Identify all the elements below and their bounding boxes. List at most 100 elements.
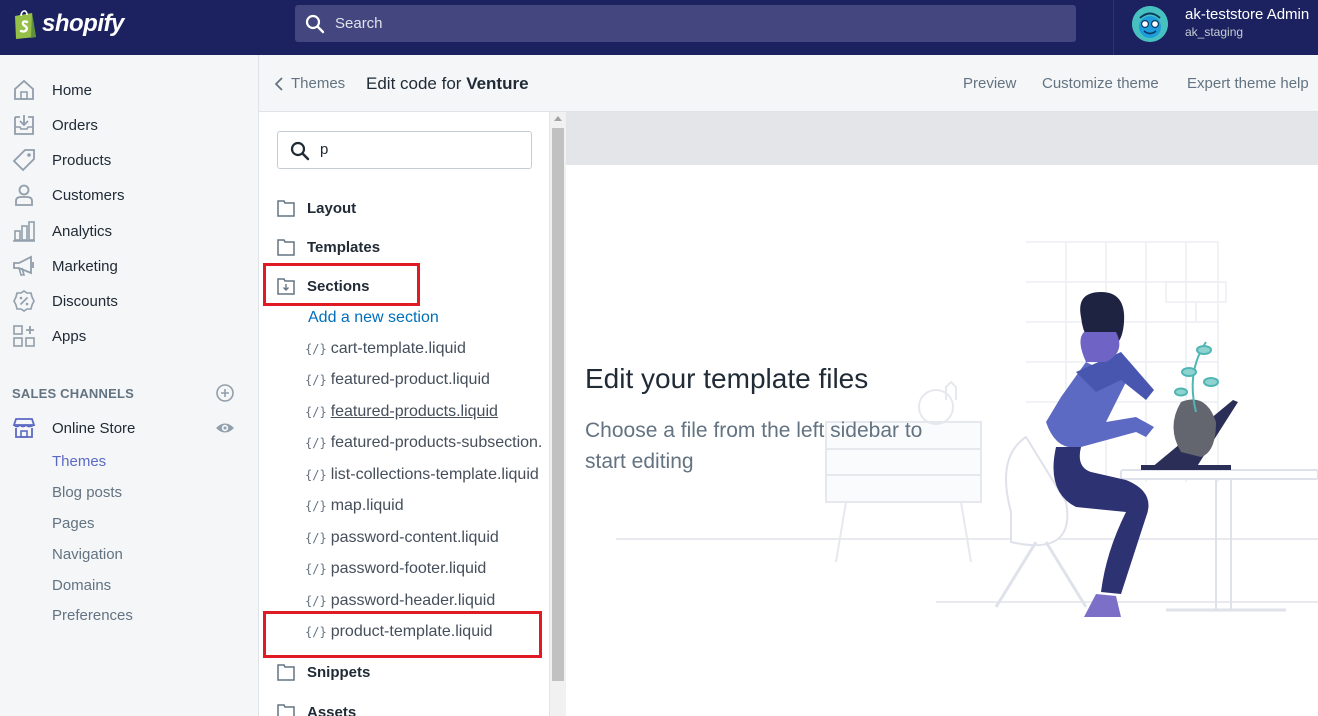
nav-item-discounts[interactable]: Discounts	[0, 285, 259, 317]
search-placeholder: Search	[335, 15, 383, 32]
file-name: password-footer.liquid	[330, 560, 487, 577]
liquid-file-icon: {/}	[305, 531, 327, 545]
file-tree-sidebar: p Layout Templates Sections Add a new se…	[259, 112, 549, 716]
add-new-section-link[interactable]: Add a new section	[308, 309, 439, 327]
nav-item-orders[interactable]: Orders	[0, 109, 259, 141]
file-name: password-header.liquid	[330, 592, 496, 609]
nav-item-marketing[interactable]: Marketing	[0, 250, 259, 282]
customize-theme-link[interactable]: Customize theme	[1042, 75, 1159, 92]
liquid-file-icon: {/}	[305, 436, 327, 450]
back-link-label: Themes	[291, 75, 346, 92]
tag-icon	[12, 149, 35, 172]
apps-icon	[13, 325, 35, 347]
sub-item-pages[interactable]: Pages	[52, 515, 95, 532]
file-featured-product[interactable]: {/} featured-product.liquid	[305, 371, 490, 389]
file-name: cart-template.liquid	[330, 340, 466, 357]
editor-empty-subtext: Choose a file from the left sidebar to s…	[585, 419, 923, 473]
add-sales-channel-plus-icon[interactable]	[215, 383, 235, 403]
folder-icon	[277, 239, 295, 256]
sub-item-themes[interactable]: Themes	[52, 453, 106, 470]
folder-layout[interactable]: Layout	[277, 196, 356, 220]
discount-icon	[13, 290, 35, 312]
file-search-input[interactable]: p	[277, 131, 532, 169]
file-list-collections-template[interactable]: {/} list-collections-template.liquid	[305, 466, 539, 484]
sections-highlight-box	[263, 263, 420, 306]
file-cart-template[interactable]: {/} cart-template.liquid	[305, 340, 466, 358]
folder-icon	[277, 704, 295, 716]
editor-tab-strip	[566, 112, 1318, 165]
editor-empty-heading: Edit your template files	[585, 363, 869, 394]
account-store: ak_staging	[1185, 25, 1244, 39]
sales-channels-header: SALES CHANNELS	[12, 386, 134, 401]
file-tree-scrollbar[interactable]	[549, 112, 566, 716]
orders-icon	[14, 115, 34, 135]
store-icon	[12, 418, 36, 438]
liquid-file-icon: {/}	[305, 405, 327, 419]
sub-item-preferences[interactable]: Preferences	[52, 607, 133, 624]
file-featured-products[interactable]: {/} featured-products.liquid	[305, 403, 498, 421]
nav-item-products[interactable]: Products	[0, 144, 259, 176]
file-name: map.liquid	[330, 497, 404, 514]
view-store-eye-icon[interactable]	[215, 418, 235, 438]
file-name: list-collections-template.liquid	[330, 466, 539, 483]
file-password-header[interactable]: {/} password-header.liquid	[305, 592, 495, 610]
file-search-value: p	[320, 141, 329, 158]
liquid-file-icon: {/}	[305, 594, 327, 608]
file-password-content[interactable]: {/} password-content.liquid	[305, 529, 499, 547]
nav-item-apps[interactable]: Apps	[0, 320, 259, 352]
preview-link[interactable]: Preview	[963, 75, 1016, 92]
theme-name: Venture	[466, 74, 529, 93]
folder-snippets[interactable]: Snippets	[277, 660, 370, 684]
folder-label: Snippets	[307, 663, 371, 681]
search-icon	[305, 14, 325, 33]
shopify-bag-icon	[15, 10, 36, 39]
nav-item-label: Products	[52, 151, 112, 169]
sub-item-domains[interactable]: Domains	[52, 577, 111, 594]
scroll-up-arrow-icon[interactable]	[554, 116, 562, 121]
file-map[interactable]: {/} map.liquid	[305, 497, 404, 515]
nav-item-label: Marketing	[52, 257, 118, 275]
chevron-left-icon	[275, 76, 283, 91]
expert-theme-help-link[interactable]: Expert theme help	[1187, 75, 1309, 92]
nav-item-label: Discounts	[52, 292, 118, 310]
account-menu[interactable]: ak-teststore Admin ak_staging	[1113, 0, 1318, 55]
folder-icon	[277, 200, 295, 217]
logo-text: shopify	[42, 10, 124, 37]
sub-item-blog-posts[interactable]: Blog posts	[52, 484, 122, 501]
nav-item-analytics[interactable]: Analytics	[0, 215, 259, 247]
folder-templates[interactable]: Templates	[277, 235, 380, 259]
folder-icon	[277, 664, 295, 681]
page-title: Edit code for Venture	[366, 74, 529, 94]
avatar-face-icon	[1132, 6, 1168, 42]
file-name: password-content.liquid	[330, 529, 499, 546]
code-editor-header: Themes Edit code for Venture Preview Cus…	[259, 55, 1318, 112]
file-name: featured-products-subsection.	[330, 434, 543, 451]
folder-label: Assets	[307, 703, 357, 716]
nav-item-label: Online Store	[52, 419, 136, 437]
back-to-themes-link[interactable]: Themes	[275, 75, 345, 92]
file-name: featured-products.liquid	[330, 403, 498, 420]
liquid-file-icon: {/}	[305, 342, 327, 356]
file-name: featured-product.liquid	[330, 371, 490, 388]
scrollbar-thumb[interactable]	[552, 128, 564, 681]
megaphone-icon	[13, 255, 34, 276]
nav-item-label: Orders	[52, 116, 98, 134]
home-icon	[14, 79, 34, 100]
editor-pane: Edit your template files Choose a file f…	[566, 112, 1318, 716]
top-bar: shopify Search ak-teststore Admin ak_sta…	[0, 0, 1318, 55]
account-name: ak-teststore Admin	[1185, 6, 1310, 23]
search-input[interactable]: Search	[295, 5, 1076, 42]
folder-label: Templates	[307, 238, 381, 256]
nav-item-label: Apps	[52, 327, 87, 345]
sub-item-navigation[interactable]: Navigation	[52, 546, 123, 563]
nav-item-label: Customers	[52, 186, 125, 204]
nav-item-label: Home	[52, 81, 93, 99]
file-featured-products-subsection[interactable]: {/} featured-products-subsection.	[305, 434, 542, 452]
nav-item-customers[interactable]: Customers	[0, 179, 259, 211]
bar-chart-icon	[13, 221, 35, 242]
shopify-logo[interactable]: shopify	[12, 8, 124, 40]
file-password-footer[interactable]: {/} password-footer.liquid	[305, 560, 486, 578]
left-navigation: Home Orders Products Customers Analytics…	[0, 55, 259, 716]
folder-assets[interactable]: Assets	[277, 700, 356, 716]
nav-item-home[interactable]: Home	[0, 74, 259, 106]
